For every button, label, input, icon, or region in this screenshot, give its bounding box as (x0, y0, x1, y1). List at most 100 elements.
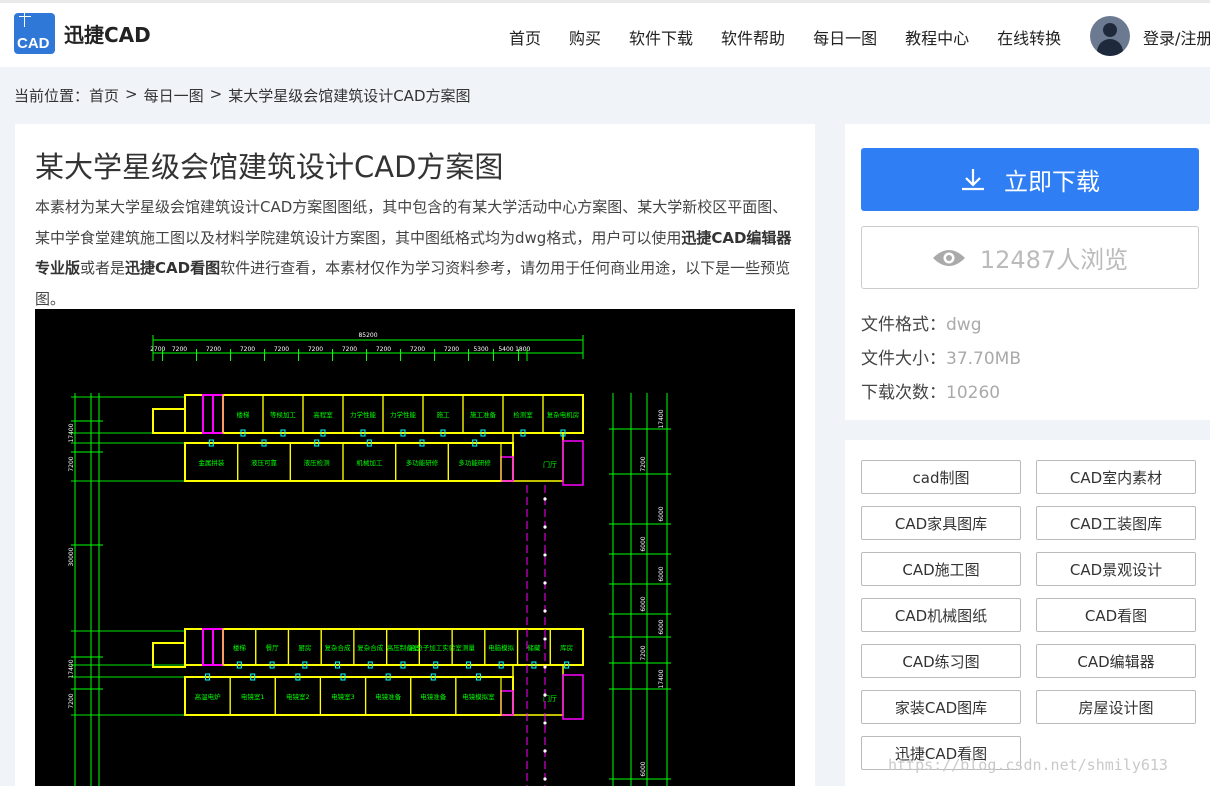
tag-item[interactable]: CAD编辑器 (1036, 644, 1196, 678)
top-navbar: CAD 迅捷CAD 首页 购买 软件下载 软件帮助 每日一图 教程中心 在线转换… (0, 0, 1210, 67)
tag-item[interactable]: CAD工装图库 (1036, 506, 1196, 540)
tag-item[interactable]: CAD施工图 (861, 552, 1021, 586)
cad-dimension-label: 5300 (473, 346, 488, 353)
tag-cloud: cad制图 CAD室内素材 CAD家具图库 CAD工装图库 CAD施工图 CAD… (845, 440, 1210, 786)
cad-dimension-label: 7200 (342, 346, 357, 353)
cad-dimension-label: 5400 (498, 346, 513, 353)
tag-item[interactable]: cad制图 (861, 460, 1021, 494)
download-icon (962, 168, 984, 190)
article-title: 某大学星级会馆建筑设计CAD方案图 (35, 150, 504, 184)
nav-item-convert[interactable]: 在线转换 (997, 25, 1061, 49)
download-button-label: 立即下载 (1004, 168, 1100, 196)
tag-item[interactable]: CAD练习图 (861, 644, 1021, 678)
download-button[interactable]: 立即下载 (861, 148, 1199, 211)
cad-dimension-label: 7200 (640, 456, 647, 471)
nav-item-download[interactable]: 软件下载 (629, 25, 693, 49)
breadcrumb-home[interactable]: 首页 (89, 85, 119, 106)
cad-dimension-label: 17400 (658, 669, 665, 688)
cad-room-label: 餐厅 (266, 643, 280, 652)
cad-room-label: 电镜准备 (375, 692, 402, 701)
cad-dimension-label: 7200 (640, 645, 647, 660)
logo-icon: CAD (14, 13, 55, 54)
cad-room-label: 楼梯 (237, 410, 251, 419)
download-panel: 立即下载 12487人浏览 文件格式：dwg 文件大小：37.70MB 下载次数… (845, 124, 1210, 420)
overall-dimension: 85200 (358, 332, 377, 339)
cad-dimension-label: 6000 (640, 596, 647, 611)
login-register-link[interactable]: 登录/注册 (1143, 25, 1210, 49)
cad-room-label: 楼梯 (233, 643, 247, 652)
cad-dimension-label: 6000 (658, 566, 665, 581)
nav-item-daily[interactable]: 每日一图 (813, 25, 877, 49)
cad-room-label: 多功能研修 (406, 458, 439, 467)
cad-dimension-label: 1800 (515, 346, 530, 353)
cad-preview-image: 85200 2700 7200 7200 7200 7200 7200 7200 7200 72… (35, 309, 795, 786)
cad-door-label: 门厅 (543, 460, 557, 469)
cad-dimension-label: 7200 (376, 346, 391, 353)
breadcrumb-separator: > (125, 85, 138, 103)
site-logo[interactable]: CAD 迅捷CAD (14, 13, 151, 54)
cad-room-label: 电镜室3 (331, 692, 355, 701)
cad-room-label: 液压可靠 (251, 458, 278, 467)
desc-link-viewer[interactable]: 迅捷CAD看图 (125, 259, 220, 277)
main-nav: 首页 购买 软件下载 软件帮助 每日一图 教程中心 在线转换 (509, 25, 1089, 49)
nav-item-help[interactable]: 软件帮助 (721, 25, 785, 49)
cad-room-label: 复杂电机房 (547, 410, 580, 419)
eye-icon (932, 249, 965, 266)
cad-room-label: 施工 (437, 410, 451, 419)
tag-item[interactable]: CAD室内素材 (1036, 460, 1196, 494)
cad-room-label: 电镜模拟室 (462, 692, 495, 701)
breadcrumb-daily[interactable]: 每日一图 (144, 85, 204, 106)
cad-room-label: 多功能研修 (458, 458, 491, 467)
cad-dimension-label: 6000 (658, 619, 665, 634)
cad-room-label: 电镜准备 (420, 692, 447, 701)
breadcrumb-current[interactable]: 某大学星级会馆建筑设计CAD方案图 (228, 85, 470, 106)
download-count: 下载次数：10260 (861, 383, 1001, 403)
cad-dimension-label: 7200 (274, 346, 289, 353)
cad-room-label: 液压检测 (304, 458, 331, 467)
cad-room-label: 库房 (560, 643, 573, 652)
cad-dimension-label: 2700 (150, 346, 165, 353)
nav-item-buy[interactable]: 购买 (569, 25, 601, 49)
cad-room-label: 电镜室1 (241, 692, 265, 701)
cad-room-label: 电脑模拟 (488, 643, 515, 652)
cad-room-label: 复杂合成 (325, 643, 352, 652)
tag-item[interactable]: CAD景观设计 (1036, 552, 1196, 586)
article-card: 某大学星级会馆建筑设计CAD方案图 本素材为某大学星级会馆建筑设计CAD方案图图… (15, 124, 815, 786)
cad-room-label: 力学性能 (390, 410, 417, 419)
nav-item-tutorials[interactable]: 教程中心 (905, 25, 969, 49)
file-size: 文件大小：37.70MB (861, 349, 1021, 369)
cad-room-label: 检测室 (513, 410, 533, 419)
cad-dimension-label: 30000 (68, 547, 75, 566)
tag-item[interactable]: CAD机械图纸 (861, 598, 1021, 632)
breadcrumb-separator: > (209, 85, 223, 103)
tag-item[interactable]: CAD看图 (1036, 598, 1196, 632)
cad-room-label: 高程室 (313, 410, 333, 419)
cad-lower-wing: 楼梯 餐厅 厨房 复杂合成 复杂合成 高压制备室高分子加工实验室 测量 电脑模拟 储藏 库房 高温… (152, 628, 584, 720)
tag-item[interactable]: 家装CAD图库 (861, 690, 1021, 724)
cad-upper-wing: 楼梯 等候加工 高程室 力学性能 力学性能 施工 施工准备 检测室 复杂电机房 金属拼装 液压可靠… (152, 394, 584, 486)
cad-room-label: 高分子加工实验室 (410, 643, 463, 652)
cad-dimension-label: 7200 (308, 346, 323, 353)
cad-dimension-label: 17400 (68, 659, 75, 678)
logo-text: 迅捷CAD (64, 23, 151, 47)
tag-item[interactable]: CAD家具图库 (861, 506, 1021, 540)
cad-dimension-label: 6000 (640, 761, 647, 776)
cad-dimension-label: 7200 (410, 346, 425, 353)
cad-room-label: 厨房 (298, 643, 311, 652)
breadcrumb: 当前位置： 首页 > 每日一图 > 某大学星级会馆建筑设计CAD方案图 (14, 85, 471, 106)
cad-room-label: 施工准备 (470, 410, 497, 419)
watermark-text: https://blog.csdn.net/shmily613 (888, 756, 1168, 774)
tag-item[interactable]: 房屋设计图 (1036, 690, 1196, 724)
desc-text: 本素材为某大学星级会馆建筑设计CAD方案图图纸，其中包含的有某大学活动中心方案图… (35, 198, 788, 247)
cad-room-label: 金属拼装 (198, 458, 225, 467)
nav-item-home[interactable]: 首页 (509, 25, 541, 49)
user-avatar-icon[interactable] (1090, 16, 1130, 56)
cad-dimension-label: 7200 (68, 693, 75, 708)
article-description: 本素材为某大学星级会馆建筑设计CAD方案图图纸，其中包含的有某大学活动中心方案图… (35, 192, 800, 314)
cad-dimension-label: 7200 (172, 346, 187, 353)
file-format: 文件格式：dwg (861, 315, 982, 335)
cad-room-label: 测量 (462, 644, 476, 652)
cad-room-label: 复杂合成 (357, 643, 384, 652)
cad-dimension-label: 7200 (240, 346, 255, 353)
cad-dimension-label: 6000 (658, 506, 665, 521)
